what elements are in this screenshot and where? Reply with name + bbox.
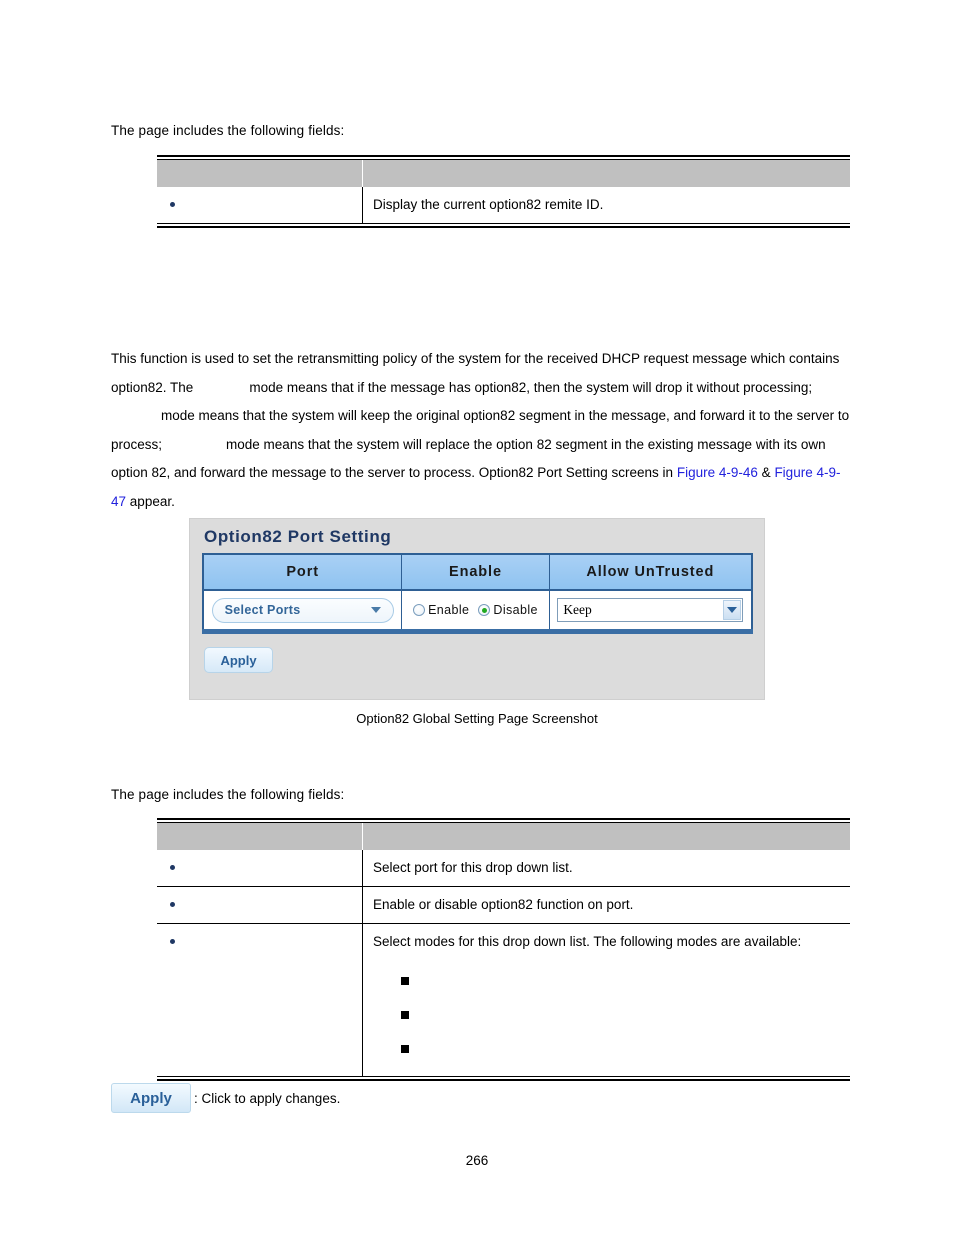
- radio-option-enable[interactable]: Enable: [413, 603, 469, 617]
- table-rule-bottom: [157, 223, 850, 228]
- intro-text-2: The page includes the following fields:: [111, 787, 345, 802]
- chevron-down-icon: [370, 607, 381, 613]
- column-header-object: [157, 159, 363, 187]
- header-enable: Enable: [401, 554, 550, 591]
- apply-legend-text: : Click to apply changes.: [194, 1090, 341, 1106]
- apply-button-legend[interactable]: Apply: [111, 1083, 191, 1113]
- intro-text-1: The page includes the following fields:: [111, 123, 345, 138]
- mode-list-item: [373, 969, 842, 1003]
- table-row: Select port for this drop down list.: [157, 850, 850, 887]
- table-header-row: [157, 822, 850, 850]
- radio-enable-icon[interactable]: [413, 604, 426, 616]
- allow-untrusted-select[interactable]: Keep: [557, 598, 744, 622]
- option82-settings-table: Port Enable Allow UnTrusted Select Ports: [202, 553, 753, 634]
- radio-option-disable[interactable]: Disable: [478, 603, 538, 617]
- column-header-description: [362, 159, 850, 187]
- apply-button[interactable]: Apply: [204, 647, 273, 673]
- mode-list-item: [373, 1037, 842, 1071]
- figure-caption: Option82 Global Setting Page Screenshot: [356, 711, 598, 726]
- table-row: Select modes for this drop down list. Th…: [157, 923, 851, 1077]
- description-part-2: mode means that if the message has optio…: [249, 379, 813, 395]
- settings-value-row: Select Ports Enable Disable Keep: [203, 590, 752, 634]
- cell-description: Enable or disable option82 function on p…: [362, 886, 850, 924]
- header-port: Port: [203, 554, 403, 591]
- page-number: 266: [465, 1153, 489, 1168]
- cell-enable: Enable Disable: [401, 590, 550, 634]
- select-arrow-button[interactable]: [723, 600, 742, 620]
- cell-description: Select modes for this drop down list. Th…: [363, 924, 851, 1077]
- table-row: Enable or disable option82 function on p…: [157, 886, 850, 924]
- settings-header-row: Port Enable Allow UnTrusted: [203, 554, 752, 591]
- header-allow-untrusted: Allow UnTrusted: [549, 554, 752, 591]
- cell-object: [157, 886, 363, 924]
- mode-list: [373, 969, 842, 1071]
- cell-allow-untrusted: Keep: [549, 590, 752, 634]
- chevron-down-icon: [727, 607, 738, 613]
- column-header-object: [157, 822, 363, 850]
- cell-description: Display the current option82 remite ID.: [373, 197, 604, 212]
- allow-untrusted-value: Keep: [563, 602, 592, 617]
- cell-description: Select port for this drop down list.: [362, 850, 850, 887]
- table-row: Display the current option82 remite ID.: [157, 187, 850, 224]
- figure-link-1[interactable]: Figure 4-9-46: [677, 465, 758, 480]
- cell-object: [157, 850, 363, 887]
- cell-description-text: Select modes for this drop down list. Th…: [373, 934, 802, 949]
- apply-legend: Apply : Click to apply changes.: [111, 1083, 340, 1113]
- description-paragraph: This function is used to set the retrans…: [111, 345, 853, 516]
- cell-port: Select Ports: [203, 590, 403, 634]
- select-ports-label: Select Ports: [224, 603, 301, 617]
- radio-enable-label: Enable: [428, 603, 470, 617]
- panel-title: Option82 Port Setting: [204, 527, 392, 546]
- column-header-description: [362, 822, 850, 850]
- document-page: The page includes the following fields: …: [0, 0, 954, 1235]
- table-rule-bottom: [157, 1076, 850, 1081]
- cell-object: [157, 923, 363, 1077]
- enable-radio-group: Enable Disable: [407, 603, 543, 617]
- cell-object: [157, 187, 363, 224]
- field-table-1: Display the current option82 remite ID.: [157, 155, 850, 228]
- description-part-5: appear.: [129, 493, 175, 509]
- field-table-2: Select port for this drop down list. Ena…: [157, 818, 850, 1081]
- link-separator: &: [761, 465, 771, 480]
- radio-disable-icon[interactable]: [478, 604, 491, 616]
- option82-port-setting-panel: Option82 Port Setting Port Enable Allow …: [189, 518, 765, 700]
- radio-disable-label: Disable: [493, 603, 538, 617]
- mode-list-item: [373, 1003, 842, 1037]
- table-header-row: [157, 159, 850, 187]
- select-ports-dropdown[interactable]: Select Ports: [211, 597, 394, 623]
